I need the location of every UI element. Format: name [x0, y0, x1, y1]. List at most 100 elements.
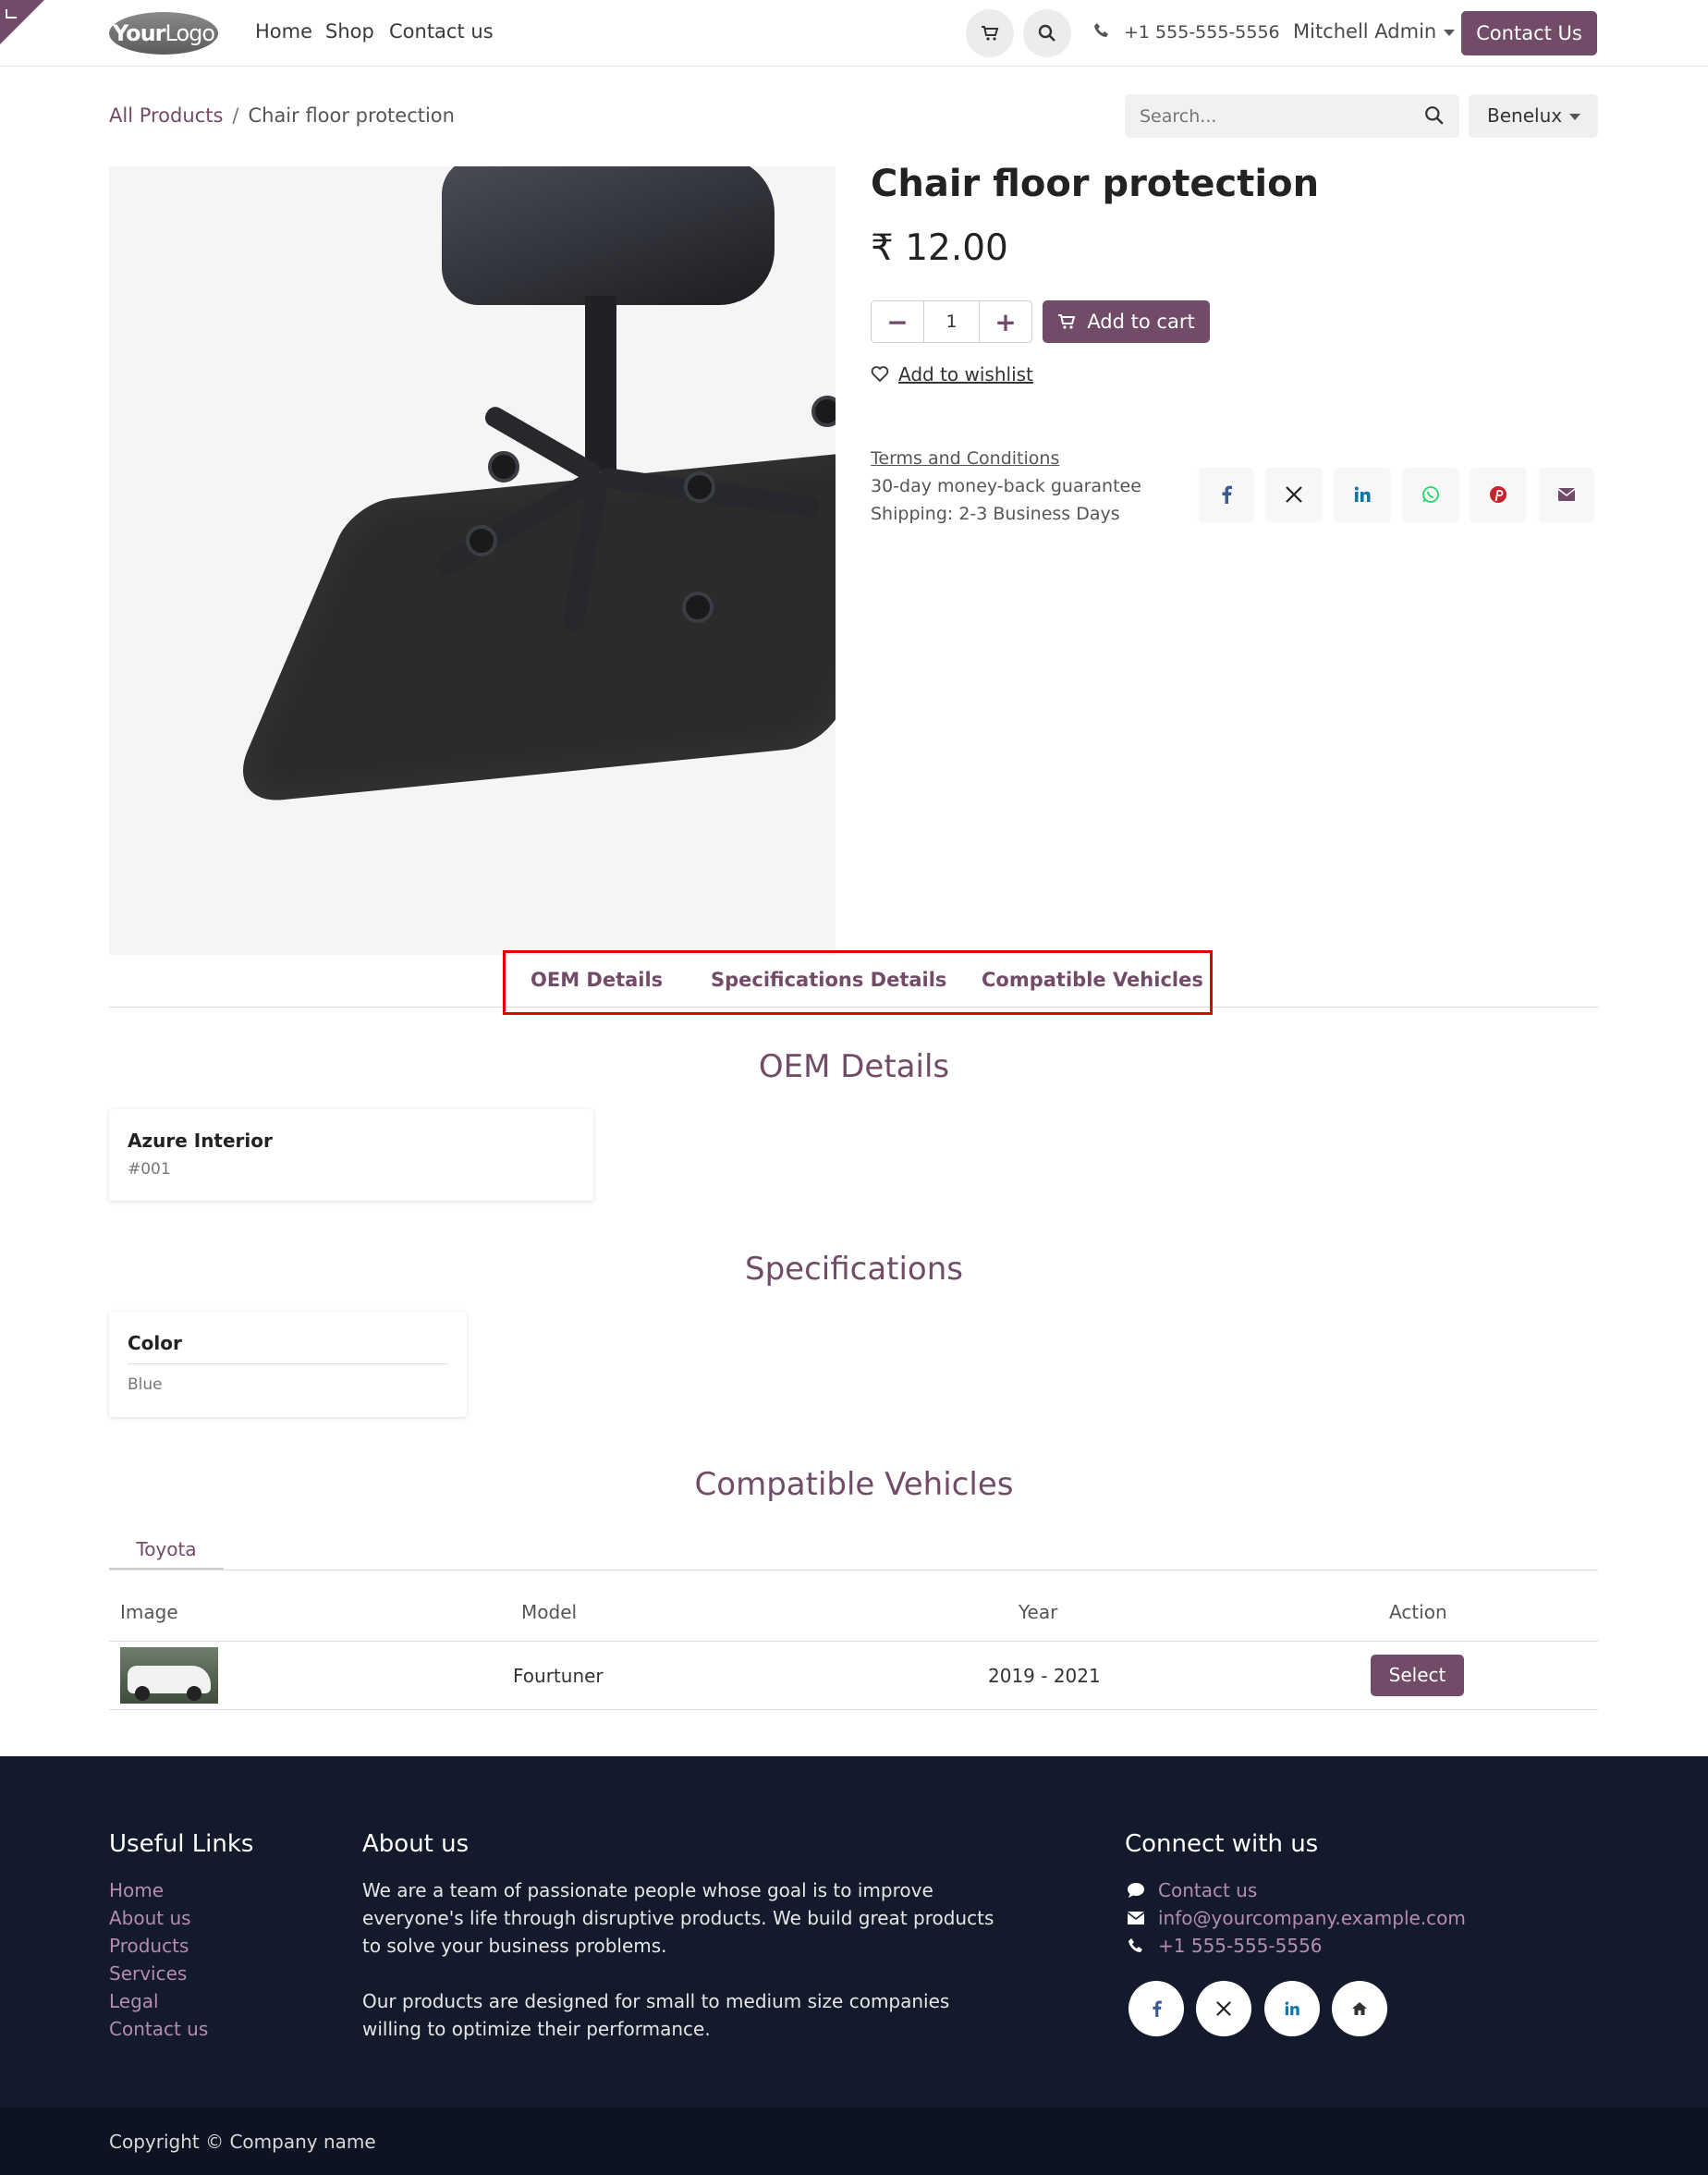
cart-button[interactable] — [966, 9, 1014, 57]
nav-home[interactable]: Home — [255, 20, 312, 43]
footer-link-contact-us[interactable]: Contact us — [109, 2018, 208, 2040]
pinterest-icon — [1490, 486, 1507, 503]
cart-icon — [1058, 314, 1076, 329]
facebook-icon — [1222, 485, 1232, 504]
spec-value: Blue — [128, 1375, 163, 1394]
chevron-down-icon — [1444, 29, 1456, 36]
pricelist-dropdown[interactable]: Benelux — [1469, 94, 1598, 138]
pricelist-label: Benelux — [1487, 104, 1563, 127]
share-pinterest-button[interactable] — [1470, 468, 1526, 521]
quantity-decrease-button[interactable]: − — [872, 301, 923, 342]
footer-linkedin-button[interactable] — [1264, 1981, 1320, 2036]
col-header-image: Image — [120, 1601, 178, 1623]
footer-link-home[interactable]: Home — [109, 1879, 164, 1901]
footer-facebook-button[interactable] — [1128, 1981, 1184, 2036]
quantity-stepper: − 1 + — [871, 300, 1032, 343]
nav-contact-us[interactable]: Contact us — [389, 20, 494, 43]
x-icon — [1216, 2001, 1231, 2016]
chat-icon — [1128, 1883, 1144, 1898]
table-row-divider — [109, 1709, 1598, 1710]
footer-link-services[interactable]: Services — [109, 1962, 187, 1985]
col-header-year: Year — [1019, 1601, 1058, 1623]
cart-icon — [982, 26, 999, 41]
contact-us-button[interactable]: Contact Us — [1461, 11, 1597, 55]
spec-label: Color — [128, 1332, 182, 1354]
footer-connect-phone[interactable]: +1 555-555-5556 — [1158, 1935, 1323, 1957]
about-line: everyone's life through disruptive produ… — [362, 1907, 994, 1929]
footer-link-legal[interactable]: Legal — [109, 1990, 159, 2012]
header-phone[interactable]: +1 555-555-5556 — [1124, 22, 1280, 43]
add-to-wishlist-link[interactable]: Add to wishlist — [871, 363, 1033, 385]
footer-link-products[interactable]: Products — [109, 1935, 189, 1957]
about-line: to solve your business problems. — [362, 1935, 667, 1957]
about-paragraph-2: Our products are designed for small to m… — [362, 1987, 949, 2043]
breadcrumb-separator: / — [232, 104, 239, 127]
share-linkedin-button[interactable] — [1335, 468, 1390, 521]
quantity-increase-button[interactable]: + — [980, 301, 1031, 342]
shipping-text: Shipping: 2-3 Business Days — [871, 504, 1120, 524]
email-icon — [1557, 488, 1576, 501]
share-x-button[interactable] — [1266, 468, 1322, 521]
useful-links-title: Useful Links — [109, 1830, 254, 1858]
vehicle-model: Fourtuner — [513, 1665, 604, 1687]
specs-section-title: Specifications — [744, 1251, 963, 1288]
tab-oem-details[interactable]: OEM Details — [531, 969, 663, 991]
x-icon — [1286, 486, 1302, 503]
oem-code: #001 — [128, 1160, 171, 1179]
phone-icon — [1128, 1938, 1142, 1952]
spec-divider — [128, 1363, 448, 1364]
chair-wheel-shape — [488, 451, 519, 483]
product-terms-block: Terms and Conditions 30-day money-back g… — [871, 445, 1141, 528]
copyright-text: Copyright © Company name — [109, 2131, 376, 2153]
breadcrumb-current: Chair floor protection — [248, 104, 455, 127]
breadcrumb-all-products[interactable]: All Products — [109, 104, 223, 127]
tab-toyota[interactable]: Toyota — [109, 1533, 224, 1570]
product-search — [1125, 94, 1459, 138]
search-icon[interactable] — [1424, 105, 1445, 126]
share-email-button[interactable] — [1539, 468, 1594, 521]
search-toggle-button[interactable] — [1023, 9, 1071, 57]
linkedin-icon — [1285, 2001, 1299, 2016]
phone-icon — [1094, 23, 1108, 37]
chair-wheel-shape — [684, 471, 715, 503]
quantity-input[interactable]: 1 — [923, 301, 980, 342]
footer-link-about-us[interactable]: About us — [109, 1907, 191, 1929]
footer-connect-contact[interactable]: Contact us — [1158, 1879, 1257, 1901]
footer-home-button[interactable] — [1332, 1981, 1387, 2036]
footer-x-button[interactable] — [1196, 1981, 1251, 2036]
tab-specifications-details[interactable]: Specifications Details — [711, 969, 946, 991]
nav-shop[interactable]: Shop — [325, 20, 374, 43]
connect-title: Connect with us — [1125, 1830, 1319, 1858]
vehicle-select-button[interactable]: Select — [1371, 1655, 1464, 1696]
product-title: Chair floor protection — [871, 163, 1320, 205]
share-facebook-button[interactable] — [1199, 468, 1254, 521]
home-icon — [1352, 2002, 1367, 2015]
site-header: YourLogo Home Shop Contact us +1 555-555… — [0, 0, 1708, 67]
envelope-icon — [1127, 1912, 1145, 1925]
user-menu[interactable]: Mitchell Admin — [1293, 20, 1456, 43]
user-name: Mitchell Admin — [1293, 20, 1437, 43]
search-icon — [1038, 24, 1055, 42]
tab-compatible-vehicles[interactable]: Compatible Vehicles — [982, 969, 1203, 991]
footer-connect-email[interactable]: info@yourcompany.example.com — [1158, 1907, 1466, 1929]
terms-link[interactable]: Terms and Conditions — [871, 445, 1141, 472]
product-price: ₹ 12.00 — [871, 227, 1008, 269]
col-header-model: Model — [521, 1601, 578, 1623]
add-to-wishlist-label: Add to wishlist — [898, 363, 1033, 385]
vehicle-image — [120, 1647, 218, 1704]
about-paragraph-1: We are a team of passionate people whose… — [362, 1876, 994, 1960]
add-to-cart-button[interactable]: Add to cart — [1043, 300, 1210, 343]
site-logo[interactable]: YourLogo — [109, 12, 218, 55]
share-whatsapp-button[interactable] — [1403, 468, 1458, 521]
spec-card: Color Blue — [109, 1312, 467, 1417]
about-line: Our products are designed for small to m… — [362, 1990, 950, 2012]
breadcrumb: All Products / Chair floor protection — [109, 104, 455, 127]
chevron-down-icon — [1569, 114, 1581, 120]
search-input[interactable] — [1140, 106, 1408, 127]
whatsapp-icon — [1422, 486, 1439, 503]
table-header-divider — [109, 1641, 1598, 1642]
car-wheel-shape — [135, 1686, 150, 1701]
product-image[interactable] — [109, 166, 836, 955]
add-to-cart-label: Add to cart — [1087, 311, 1195, 333]
chair-wheel-shape — [466, 525, 497, 556]
